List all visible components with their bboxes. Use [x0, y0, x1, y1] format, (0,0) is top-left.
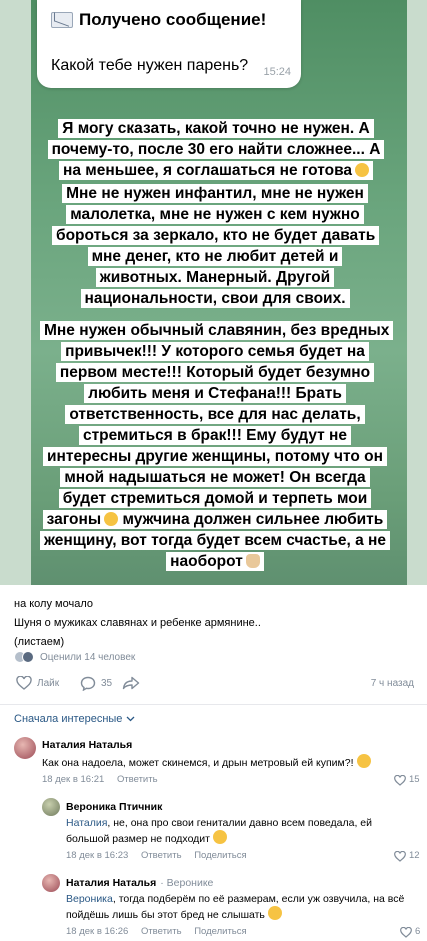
- avatar[interactable]: [14, 737, 36, 759]
- heart-icon: [394, 850, 406, 862]
- rated-count: Оценили 14 человек: [40, 651, 136, 663]
- share-button[interactable]: [122, 676, 140, 690]
- received-message-card: Получено сообщение! Какой тебе нужен пар…: [37, 0, 301, 88]
- comment-icon: [80, 676, 96, 691]
- post-line-2: Шуня о мужиках славянах и ребенке армяни…: [14, 617, 261, 629]
- divider: [0, 704, 427, 705]
- comment-date[interactable]: 18 дек в 16:23: [66, 850, 128, 861]
- post-actions: Лайк 35 7 ч назад: [14, 676, 414, 694]
- rofl-emoji-icon: [356, 754, 371, 768]
- envelope-icon: [51, 12, 73, 28]
- comment-author[interactable]: Наталия Наталья · Веронике: [66, 876, 213, 890]
- comment-reply: Вероника Птичник Наталия, не, она про св…: [0, 796, 427, 864]
- post-time[interactable]: 7 ч назад: [371, 678, 414, 689]
- heart-icon: [16, 676, 32, 690]
- comment-text: Наталия, не, она про свои гениталии давн…: [66, 817, 372, 845]
- comment-meta: 18 дек в 16:26 Ответить Поделиться: [66, 925, 257, 939]
- thinking-emoji-icon: [355, 163, 370, 177]
- story-image[interactable]: Получено сообщение! Какой тебе нужен пар…: [0, 0, 427, 585]
- avatar[interactable]: [42, 798, 60, 816]
- comment-meta: 18 дек в 16:23 Ответить Поделиться: [66, 849, 257, 863]
- heart-icon: [400, 926, 412, 938]
- reaction-icons: [14, 651, 34, 663]
- story-caption-3: Мне нужен обычный славянин, без вредных …: [40, 320, 394, 572]
- post-line-3: (листаем): [14, 636, 65, 648]
- story-background-left: [0, 0, 31, 585]
- mention-link[interactable]: Вероника: [66, 893, 113, 905]
- comment-text: Как она надоела, может скинемся, и дрын …: [42, 754, 402, 770]
- story-caption-1: Я могу сказать, какой точно не нужен. А …: [46, 118, 386, 181]
- reply-button[interactable]: Ответить: [117, 774, 158, 785]
- avatar[interactable]: [42, 874, 60, 892]
- heart-icon: [394, 774, 406, 786]
- comments-button[interactable]: 35: [80, 676, 112, 691]
- comment-meta: 18 дек в 16:21 Ответить: [42, 773, 168, 787]
- comment-date[interactable]: 18 дек в 16:26: [66, 926, 128, 937]
- message-time: 15:24: [263, 66, 291, 78]
- reactions-summary[interactable]: Оценили 14 человек: [14, 651, 135, 663]
- like-button[interactable]: Лайк: [16, 676, 59, 690]
- share-button[interactable]: Поделиться: [194, 850, 246, 861]
- story-caption-2: Мне не нужен инфантил, мне не нужен мало…: [52, 183, 380, 309]
- comment-like-button[interactable]: 15: [394, 773, 420, 787]
- comment-like-button[interactable]: 6: [400, 925, 420, 939]
- post-line-1: на колу мочало: [14, 598, 93, 610]
- story-background-right: [407, 0, 427, 585]
- person-emoji-icon: [212, 830, 227, 844]
- reply-button[interactable]: Ответить: [141, 926, 182, 937]
- comment-reply: Наталия Наталья · Веронике Вероника, тогд…: [0, 872, 427, 940]
- message-title: Получено сообщение!: [79, 10, 267, 29]
- reply-to-label[interactable]: · Веронике: [160, 877, 213, 889]
- post-text: на колу мочало Шуня о мужиках славянах и…: [14, 597, 414, 654]
- girl-emoji-icon: [267, 906, 282, 920]
- chevron-down-icon: [126, 716, 135, 722]
- comments-sort-dropdown[interactable]: Сначала интересные: [14, 713, 135, 725]
- share-arrow-icon: [122, 676, 140, 690]
- comment-like-button[interactable]: 12: [394, 849, 420, 863]
- comment: Наталия Наталья Как она надоела, может с…: [0, 734, 427, 790]
- comment-author[interactable]: Наталия Наталья: [42, 738, 132, 752]
- share-button[interactable]: Поделиться: [194, 926, 246, 937]
- comment-text: Вероника, тогда подберём по её размерам,…: [66, 893, 405, 921]
- praying-hands-emoji-icon: [245, 554, 260, 568]
- comment-date[interactable]: 18 дек в 16:21: [42, 774, 104, 785]
- comment-author[interactable]: Вероника Птичник: [66, 800, 162, 814]
- mention-link[interactable]: Наталия: [66, 817, 107, 829]
- message-question: Какой тебе нужен парень?: [51, 57, 249, 74]
- reply-button[interactable]: Ответить: [141, 850, 182, 861]
- smiling-hearts-emoji-icon: [104, 512, 119, 526]
